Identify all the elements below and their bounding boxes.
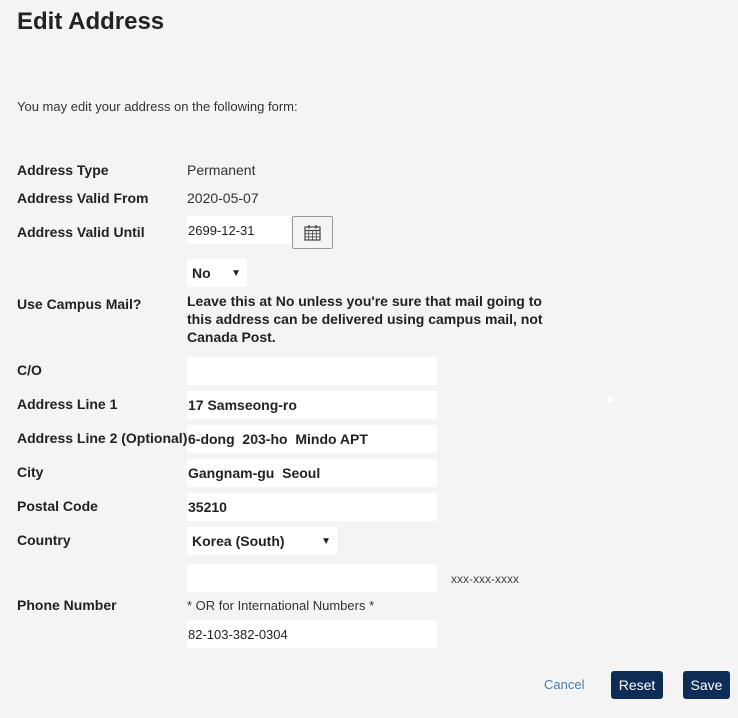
phone-local-input[interactable] [187,564,437,592]
calendar-icon [304,225,321,241]
co-label: C/O [17,362,42,378]
phone-format-hint: xxx-xxx-xxxx [451,572,519,586]
co-input[interactable] [187,357,437,385]
chevron-down-icon: ▼ [231,267,241,279]
country-selected: Korea (South) [192,533,285,549]
address-line1-label: Address Line 1 [17,396,118,412]
city-label: City [17,464,44,480]
address-type-value: Permanent [187,162,256,178]
cancel-button[interactable]: Cancel [544,677,584,692]
valid-from-label: Address Valid From [17,190,149,206]
address-line2-label: Address Line 2 (Optional) [17,430,188,446]
city-input[interactable] [187,459,437,487]
save-button[interactable]: Save [683,671,730,699]
phone-intl-input[interactable] [187,620,437,648]
address-line1-input[interactable] [187,391,437,419]
intro-text: You may edit your address on the followi… [17,99,298,114]
campus-mail-note: Leave this at No unless you're sure that… [187,293,543,345]
chevron-down-icon: ▼ [321,535,331,547]
country-label: Country [17,532,71,548]
decorative-dot [607,396,613,402]
valid-from-value: 2020-05-07 [187,190,259,206]
address-type-label: Address Type [17,162,109,178]
campus-mail-selected: No [192,265,211,281]
address-line2-input[interactable] [187,425,437,453]
postal-code-input[interactable] [187,493,437,521]
reset-button[interactable]: Reset [611,671,663,699]
country-select[interactable]: Korea (South) ▼ [187,527,337,555]
phone-number-label: Phone Number [17,597,117,613]
campus-mail-label: Use Campus Mail? [17,296,142,312]
postal-code-label: Postal Code [17,498,98,514]
valid-until-input[interactable] [187,216,291,244]
calendar-button[interactable] [292,216,333,249]
valid-until-label: Address Valid Until [17,224,145,240]
phone-intl-note: * OR for International Numbers * [187,598,375,613]
page-title: Edit Address [17,8,165,35]
campus-mail-select[interactable]: No ▼ [187,259,247,287]
